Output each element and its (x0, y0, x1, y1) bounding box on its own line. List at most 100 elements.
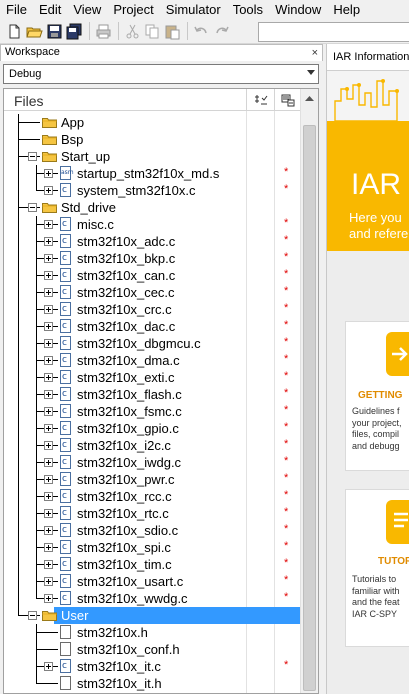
files-column-header[interactable]: Files (14, 93, 44, 109)
menu-view[interactable]: View (67, 0, 107, 19)
tree-file-row[interactable]: c stm32f10x_spi.c * (4, 539, 300, 556)
collapse-icon[interactable] (28, 611, 37, 620)
tree-file-row[interactable]: c misc.c * (4, 216, 300, 233)
cut-icon[interactable] (124, 23, 141, 40)
tab-iar-information[interactable]: IAR Information (327, 44, 409, 71)
tree-folder-row[interactable]: Std_drive (4, 199, 300, 216)
tree-file-row[interactable]: c stm32f10x_crc.c * (4, 301, 300, 318)
expand-icon[interactable] (44, 390, 53, 399)
tree-file-row[interactable]: c stm32f10x_rcc.c * (4, 488, 300, 505)
close-icon[interactable]: × (312, 46, 318, 61)
tree-file-row[interactable]: c system_stm32f10x.c * (4, 182, 300, 199)
expand-icon[interactable] (44, 424, 53, 433)
expand-icon[interactable] (44, 441, 53, 450)
c-file-icon: c (60, 489, 71, 503)
tree-file-row[interactable]: c stm32f10x_it.c * (4, 658, 300, 675)
scrollbar-thumb[interactable] (303, 125, 316, 691)
tree-file-row[interactable]: c stm32f10x_i2c.c * (4, 437, 300, 454)
expand-icon[interactable] (44, 305, 53, 314)
print-icon[interactable] (95, 23, 112, 40)
tree-file-row[interactable]: c stm32f10x_rtc.c * (4, 505, 300, 522)
tree-file-row[interactable]: stm32f10x_it.h (4, 675, 300, 692)
getting-started-card[interactable]: GETTING Guidelines f your project, files… (345, 321, 409, 471)
expand-icon[interactable] (44, 322, 53, 331)
tree-file-row[interactable]: c stm32f10x_gpio.c * (4, 420, 300, 437)
menu-file[interactable]: File (0, 0, 33, 19)
open-folder-icon[interactable] (26, 23, 43, 40)
info-header-graphic (327, 71, 409, 121)
workspace-title: Workspace (5, 46, 60, 58)
tree-folder-row[interactable]: User (4, 607, 300, 624)
options-column-icon[interactable] (274, 89, 300, 111)
tree-file-row[interactable]: c stm32f10x_iwdg.c * (4, 454, 300, 471)
collapse-icon[interactable] (28, 203, 37, 212)
expand-icon[interactable] (44, 220, 53, 229)
tree-file-row[interactable]: stm32f10x.h (4, 624, 300, 641)
save-all-icon[interactable] (66, 23, 83, 40)
tree-file-row[interactable]: c stm32f10x_exti.c * (4, 369, 300, 386)
tree-file-row[interactable]: c stm32f10x_adc.c * (4, 233, 300, 250)
expand-icon[interactable] (44, 577, 53, 586)
tree-file-row[interactable]: c stm32f10x_dac.c * (4, 318, 300, 335)
paste-icon[interactable] (164, 23, 181, 40)
vertical-scrollbar[interactable] (300, 89, 318, 693)
tree-file-row[interactable]: c stm32f10x_dbgmcu.c * (4, 335, 300, 352)
tree-file-row[interactable]: c stm32f10x_tim.c * (4, 556, 300, 573)
tree-file-row[interactable]: c stm32f10x_bkp.c * (4, 250, 300, 267)
tree-file-row[interactable]: c stm32f10x_sdio.c * (4, 522, 300, 539)
tree-file-row[interactable]: c stm32f10x_cec.c * (4, 284, 300, 301)
copy-icon[interactable] (144, 23, 161, 40)
toolbar-search-field[interactable] (258, 22, 409, 42)
menu-window[interactable]: Window (269, 0, 327, 19)
menu-simulator[interactable]: Simulator (160, 0, 227, 19)
menu-project[interactable]: Project (107, 0, 159, 19)
tree-folder-row[interactable]: Bsp (4, 131, 300, 148)
build-status-column-icon[interactable] (246, 89, 274, 111)
tree-file-row[interactable]: c stm32f10x_usart.c * (4, 573, 300, 590)
expand-icon[interactable] (44, 594, 53, 603)
tree-file-row[interactable]: c stm32f10x_fsmc.c * (4, 403, 300, 420)
expand-icon[interactable] (44, 186, 53, 195)
tutorials-card[interactable]: TUTOR Tutorials to familiar with and the… (345, 489, 409, 647)
configuration-select[interactable]: Debug (3, 64, 319, 84)
expand-icon[interactable] (44, 509, 53, 518)
expand-icon[interactable] (44, 543, 53, 552)
expand-icon[interactable] (44, 288, 53, 297)
expand-icon[interactable] (44, 271, 53, 280)
c-file-icon: c (60, 455, 71, 469)
redo-icon[interactable] (213, 23, 230, 40)
tree-file-row[interactable]: c stm32f10x_flash.c * (4, 386, 300, 403)
modified-marker: * (284, 183, 289, 195)
menu-edit[interactable]: Edit (33, 0, 67, 19)
scroll-up-icon[interactable] (301, 89, 318, 106)
expand-icon[interactable] (44, 492, 53, 501)
new-file-icon[interactable] (6, 23, 23, 40)
tree-file-row[interactable]: c stm32f10x_dma.c * (4, 352, 300, 369)
menu-help[interactable]: Help (327, 0, 366, 19)
undo-icon[interactable] (193, 23, 210, 40)
tree-file-row[interactable]: asm startup_stm32f10x_md.s * (4, 165, 300, 182)
tree-file-row[interactable]: c stm32f10x_can.c * (4, 267, 300, 284)
expand-icon[interactable] (44, 458, 53, 467)
expand-icon[interactable] (44, 339, 53, 348)
tree-file-row[interactable]: c stm32f10x_wwdg.c * (4, 590, 300, 607)
tree-folder-row[interactable]: App (4, 114, 300, 131)
tree-file-row[interactable]: stm32f10x_conf.h (4, 641, 300, 658)
expand-icon[interactable] (44, 526, 53, 535)
expand-icon[interactable] (44, 254, 53, 263)
save-icon[interactable] (46, 23, 63, 40)
tree-item-label: Bsp (61, 132, 84, 147)
expand-icon[interactable] (44, 373, 53, 382)
expand-icon[interactable] (44, 407, 53, 416)
menu-tools[interactable]: Tools (227, 0, 269, 19)
expand-icon[interactable] (44, 662, 53, 671)
expand-icon[interactable] (44, 560, 53, 569)
c-file-icon: c (60, 472, 71, 486)
tree-file-row[interactable]: c stm32f10x_pwr.c * (4, 471, 300, 488)
collapse-icon[interactable] (28, 152, 37, 161)
tree-folder-row[interactable]: Start_up (4, 148, 300, 165)
expand-icon[interactable] (44, 475, 53, 484)
expand-icon[interactable] (44, 169, 53, 178)
expand-icon[interactable] (44, 356, 53, 365)
expand-icon[interactable] (44, 237, 53, 246)
